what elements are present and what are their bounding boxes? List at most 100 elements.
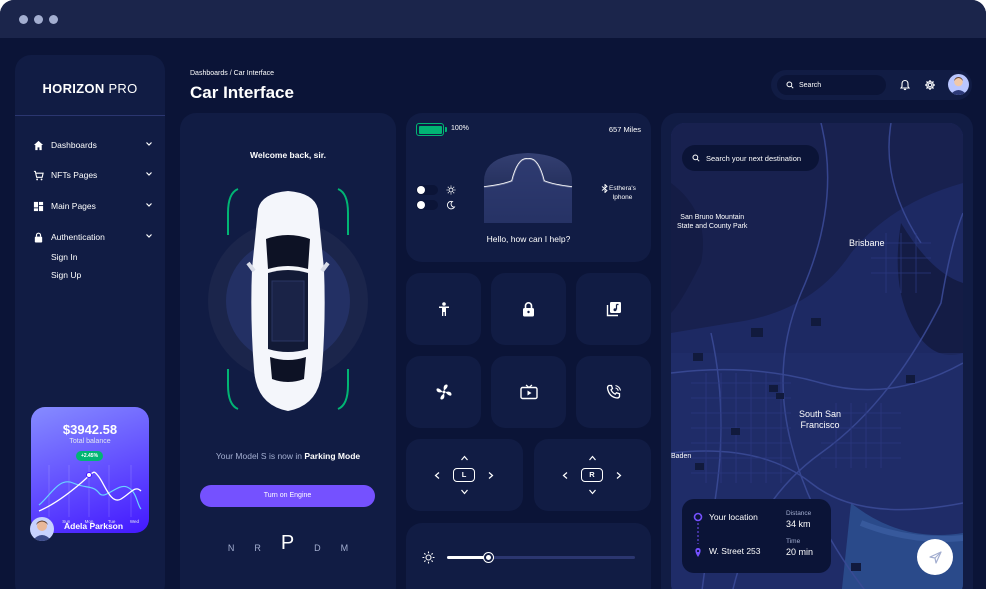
sidebar: HORIZON PRO Dashboards NFTs Pages Main P… [15, 55, 165, 589]
balance-sparkline [38, 465, 142, 517]
arrow-right-icon[interactable] [488, 471, 494, 480]
voice-assistant-orb [483, 153, 573, 223]
left-mirror-label: L [453, 468, 475, 482]
assistant-panel: 100% 657 Miles Esthera's Iphone Hello, ho… [406, 113, 651, 262]
start-navigation-button[interactable] [917, 539, 953, 575]
search-input[interactable]: Search [777, 75, 886, 95]
battery-percentage: 100% [451, 125, 469, 132]
window-control-dot[interactable] [49, 15, 58, 24]
user-name: Adela Parkson [64, 521, 124, 531]
welcome-message: Welcome back, sir. [250, 150, 326, 160]
chevron-down-icon[interactable] [145, 201, 153, 211]
search-icon [786, 81, 794, 89]
time-label: Time [786, 538, 801, 545]
map-label-baden: Baden [671, 453, 692, 460]
arrow-down-icon[interactable] [460, 489, 469, 495]
chevron-down-icon[interactable] [145, 170, 153, 180]
lock-icon [523, 302, 534, 317]
turn-on-engine-button[interactable]: Turn on Engine [200, 485, 375, 507]
gear-p-active[interactable]: P [281, 533, 294, 553]
gear-d[interactable]: D [314, 543, 321, 553]
dashboard-grid-icon [33, 201, 44, 212]
breadcrumb[interactable]: Dashboards / Car Interface [190, 70, 274, 77]
arrow-up-icon[interactable] [460, 455, 469, 461]
window-control-dot[interactable] [19, 15, 28, 24]
sidebar-item-label: NFTs Pages [51, 170, 98, 180]
brightness-icon [422, 551, 435, 564]
car-status-text: Your Model S is now in Parking Mode [215, 451, 361, 461]
battery-icon [416, 123, 447, 136]
map-panel: Search your next destination San Bruno M… [661, 113, 973, 589]
map-search-input[interactable]: Search your next destination [682, 145, 819, 171]
arrow-left-icon[interactable] [434, 471, 440, 480]
door-lock-button[interactable] [491, 273, 566, 345]
child-seat-button[interactable] [406, 273, 481, 345]
brightness-slider-track[interactable] [447, 553, 635, 562]
gear-selector: N R P D M [180, 533, 396, 553]
child-seat-icon [438, 302, 449, 316]
phone-button[interactable] [576, 356, 651, 428]
trip-destination: W. Street 253 [709, 546, 761, 556]
music-button[interactable] [576, 273, 651, 345]
assistant-prompt: Hello, how can I help? [486, 234, 571, 244]
map-label-brisbane: Brisbane [849, 238, 885, 248]
sidebar-item-authentication[interactable]: Authentication [33, 227, 153, 247]
light-mode-toggle[interactable] [416, 185, 438, 195]
sidebar-item-nfts[interactable]: NFTs Pages [33, 165, 153, 185]
sidebar-item-main-pages[interactable]: Main Pages [33, 196, 153, 216]
sidebar-subitem-sign-in[interactable]: Sign In [51, 252, 77, 262]
time-value: 20 min [786, 547, 814, 557]
chevron-down-icon[interactable] [145, 140, 153, 150]
gear-m[interactable]: M [341, 543, 349, 553]
balance-amount: $3942.58 [62, 422, 118, 437]
map-search-placeholder: Search your next destination [706, 153, 802, 163]
left-mirror-control: L [406, 439, 523, 511]
balance-card: $3942.58 Total balance +2.45% Sat Sun Mo… [31, 407, 149, 533]
navigation-map[interactable]: Search your next destination San Bruno M… [671, 123, 963, 589]
bell-icon[interactable] [899, 79, 911, 91]
bluetooth-icon [601, 184, 608, 193]
distance-label: Distance [786, 510, 812, 517]
trip-info-card: Your location W. Street 253 Distance 34 … [682, 499, 831, 573]
arrow-down-icon[interactable] [588, 489, 597, 495]
gear-n[interactable]: N [228, 543, 235, 553]
sidebar-divider [15, 115, 165, 116]
sidebar-item-label: Dashboards [51, 140, 97, 150]
gear-r[interactable]: R [254, 543, 261, 553]
profile-avatar[interactable] [948, 74, 969, 95]
window-titlebar [0, 0, 986, 38]
arrow-right-icon[interactable] [616, 471, 622, 480]
brightness-slider-thumb[interactable] [484, 553, 493, 562]
day-label: Wed [129, 519, 139, 524]
page-title: Car Interface [190, 83, 294, 102]
brightness-panel [406, 523, 651, 589]
window-control-dot[interactable] [34, 15, 43, 24]
gear-icon[interactable] [924, 79, 936, 91]
car-top-view-image [208, 188, 368, 411]
sidebar-item-label: Main Pages [51, 201, 96, 211]
music-library-icon [606, 302, 621, 317]
map-label-south-san-francisco: South San Francisco [799, 409, 842, 430]
user-avatar[interactable] [30, 517, 54, 541]
search-placeholder: Search [799, 81, 822, 89]
chevron-down-icon[interactable] [145, 232, 153, 242]
home-icon [33, 140, 44, 151]
fan-button[interactable] [406, 356, 481, 428]
tv-icon [519, 384, 538, 400]
tv-button[interactable] [491, 356, 566, 428]
arrow-up-icon[interactable] [588, 455, 597, 461]
bluetooth-device-name: Esthera's Iphone [609, 185, 636, 201]
arrow-left-icon[interactable] [562, 471, 568, 480]
sidebar-item-label: Authentication [51, 232, 105, 242]
brand-logo[interactable]: HORIZON PRO [15, 81, 165, 96]
dark-mode-toggle[interactable] [416, 200, 438, 210]
distance-value: 34 km [786, 519, 811, 529]
range-miles: 657 Miles [608, 125, 641, 134]
sidebar-item-dashboards[interactable]: Dashboards [33, 135, 153, 155]
route-indicator [693, 512, 703, 557]
phone-call-icon [606, 384, 621, 399]
sidebar-subitem-sign-up[interactable]: Sign Up [51, 270, 81, 280]
right-mirror-control: R [534, 439, 651, 511]
cart-icon [33, 170, 44, 181]
moon-icon [447, 200, 456, 210]
